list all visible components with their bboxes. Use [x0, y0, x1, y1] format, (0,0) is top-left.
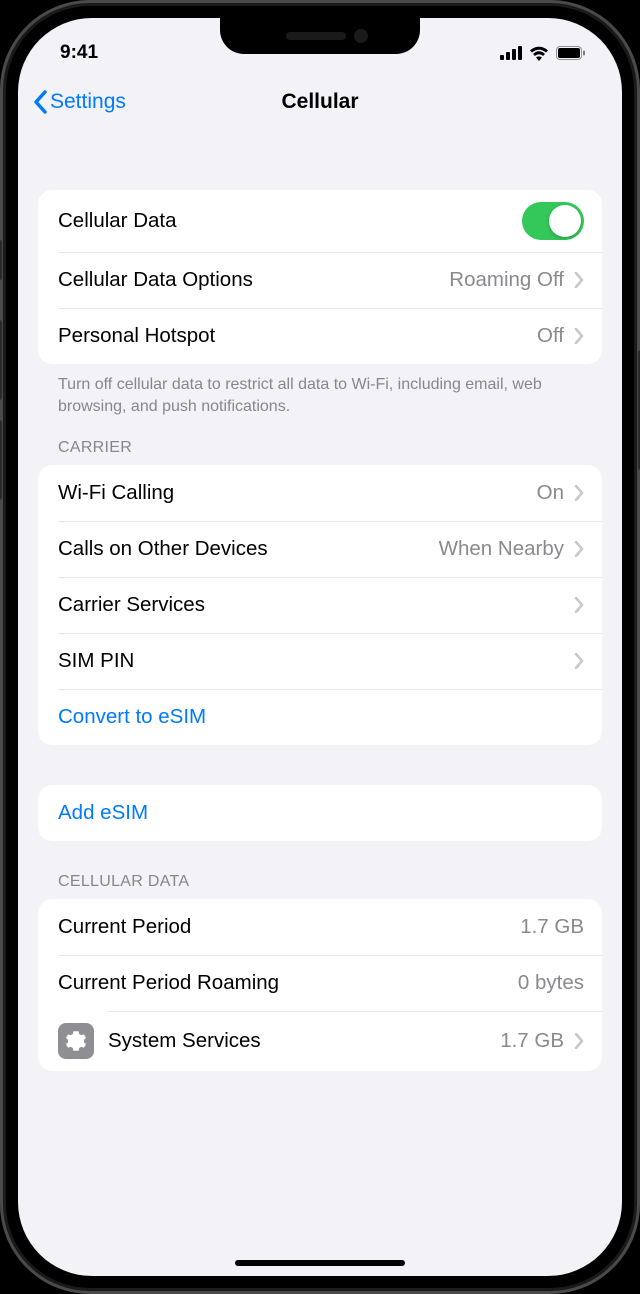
chevron-right-icon [574, 597, 584, 613]
status-indicators [500, 46, 586, 61]
cellular-data-options-value: Roaming Off [449, 268, 564, 292]
cellular-data-options-label: Cellular Data Options [58, 268, 449, 292]
roaming-value: 0 bytes [518, 971, 584, 995]
convert-esim-label: Convert to eSIM [58, 705, 206, 729]
row-carrier-services[interactable]: Carrier Services [38, 577, 602, 633]
back-button[interactable]: Settings [32, 90, 126, 114]
row-personal-hotspot[interactable]: Personal Hotspot Off [38, 308, 602, 364]
current-period-value: 1.7 GB [520, 915, 584, 939]
wifi-calling-label: Wi-Fi Calling [58, 481, 537, 505]
notch [220, 18, 420, 54]
volume-up-button [0, 320, 2, 400]
page-title: Cellular [281, 90, 358, 114]
chevron-right-icon [574, 653, 584, 669]
row-cellular-data[interactable]: Cellular Data [38, 190, 602, 252]
cellular-data-header: Cellular Data [38, 841, 602, 899]
back-label: Settings [50, 90, 126, 114]
cellular-signal-icon [500, 46, 522, 60]
chevron-right-icon [574, 541, 584, 557]
add-esim-label: Add eSIM [58, 801, 148, 825]
group-add-esim: Add eSIM [38, 785, 602, 841]
row-system-services[interactable]: System Services 1.7 GB [38, 1011, 602, 1071]
row-wifi-calling[interactable]: Wi-Fi Calling On [38, 465, 602, 521]
carrier-header: Carrier [38, 417, 602, 465]
sim-pin-label: SIM PIN [58, 649, 574, 673]
personal-hotspot-label: Personal Hotspot [58, 324, 537, 348]
gear-icon [58, 1023, 94, 1059]
front-camera [354, 29, 368, 43]
personal-hotspot-value: Off [537, 324, 564, 348]
row-current-period: Current Period 1.7 GB [38, 899, 602, 955]
nav-bar: Settings Cellular [18, 74, 622, 130]
system-services-label: System Services [108, 1029, 500, 1053]
current-period-label: Current Period [58, 915, 520, 939]
row-sim-pin[interactable]: SIM PIN [38, 633, 602, 689]
wifi-icon [529, 46, 549, 61]
chevron-right-icon [574, 272, 584, 288]
chevron-right-icon [574, 485, 584, 501]
row-convert-esim[interactable]: Convert to eSIM [38, 689, 602, 745]
screen: 9:41 Settings Cellular Cellular Data [18, 18, 622, 1276]
group-data-usage: Current Period 1.7 GB Current Period Roa… [38, 899, 602, 1071]
roaming-label: Current Period Roaming [58, 971, 518, 995]
chevron-left-icon [32, 90, 48, 114]
chevron-right-icon [574, 1033, 584, 1049]
phone-frame: 9:41 Settings Cellular Cellular Data [0, 0, 640, 1294]
group-carrier: Wi-Fi Calling On Calls on Other Devices … [38, 465, 602, 745]
row-cellular-data-options[interactable]: Cellular Data Options Roaming Off [38, 252, 602, 308]
cellular-data-label: Cellular Data [58, 209, 522, 233]
system-services-value: 1.7 GB [500, 1029, 564, 1053]
toggle-knob [549, 205, 581, 237]
row-current-period-roaming: Current Period Roaming 0 bytes [38, 955, 602, 1011]
row-add-esim[interactable]: Add eSIM [38, 785, 602, 841]
group-cellular: Cellular Data Cellular Data Options Roam… [38, 190, 602, 364]
content-scroll[interactable]: Cellular Data Cellular Data Options Roam… [18, 130, 622, 1276]
row-calls-other-devices[interactable]: Calls on Other Devices When Nearby [38, 521, 602, 577]
volume-down-button [0, 420, 2, 500]
mute-switch [0, 240, 2, 280]
home-indicator[interactable] [235, 1260, 405, 1266]
speaker [286, 32, 346, 40]
carrier-services-label: Carrier Services [58, 593, 574, 617]
cellular-footer-text: Turn off cellular data to restrict all d… [38, 364, 602, 417]
status-time: 9:41 [60, 42, 98, 64]
cellular-data-toggle[interactable] [522, 202, 584, 240]
chevron-right-icon [574, 328, 584, 344]
calls-other-label: Calls on Other Devices [58, 537, 439, 561]
battery-icon [556, 46, 586, 60]
calls-other-value: When Nearby [439, 537, 564, 561]
wifi-calling-value: On [537, 481, 564, 505]
